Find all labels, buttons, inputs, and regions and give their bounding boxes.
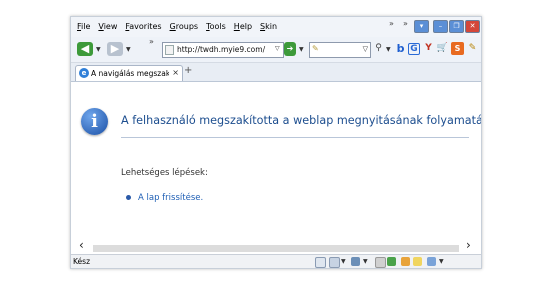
zoom-dropdown-icon[interactable]: ▼ xyxy=(439,258,444,265)
page-status-icon[interactable] xyxy=(315,257,326,268)
menu-groups[interactable]: Groups xyxy=(170,22,199,31)
tab-active[interactable]: e A navigálás megszakítv × xyxy=(75,65,183,81)
menu-tools[interactable]: Tools xyxy=(206,22,226,31)
forward-dropdown-icon[interactable]: ▼ xyxy=(126,46,131,53)
heading-divider xyxy=(121,137,469,138)
tab-bar: e A navigálás megszakítv × + xyxy=(71,63,481,82)
s-icon[interactable]: S xyxy=(451,42,464,55)
scrollbar-track[interactable] xyxy=(93,245,459,252)
baidu-icon[interactable]: b xyxy=(394,42,407,55)
search-engine-icon[interactable]: ✎ xyxy=(312,44,319,53)
highlight-icon[interactable] xyxy=(413,257,422,266)
menu-help[interactable]: Help xyxy=(234,22,252,31)
search-box[interactable]: ✎ ▽ xyxy=(309,42,371,58)
menu-skin[interactable]: Skin xyxy=(260,22,277,31)
back-dropdown-icon[interactable]: ▼ xyxy=(96,46,101,53)
tab-close-icon[interactable]: × xyxy=(172,68,179,77)
google-icon[interactable]: G xyxy=(408,43,420,55)
search-dropdown-icon[interactable]: ▽ xyxy=(363,45,368,53)
bullet-icon xyxy=(126,195,131,200)
window-options-button[interactable]: ▾ xyxy=(414,20,429,33)
menu-file[interactable]: File xyxy=(77,22,90,31)
restore-button[interactable]: ❐ xyxy=(449,20,464,33)
address-dropdown-icon[interactable]: ▽ xyxy=(275,45,280,52)
security-icon[interactable] xyxy=(387,257,396,266)
forward-arrow-icon[interactable]: ▶ xyxy=(107,42,123,56)
status-bar: Kész ▼ ▼ ▼ xyxy=(71,254,481,268)
status-dropdown-1-icon[interactable]: ▼ xyxy=(341,258,346,265)
navigation-toolbar: ◀ ▼ ▶ ▼ » http://twdh.myie9.com/ ▽ ➔ ▼ ✎… xyxy=(71,37,481,63)
ie-page-icon: e xyxy=(79,68,89,78)
screen-icon[interactable] xyxy=(351,257,360,266)
menu-overflow-chevron-icon[interactable]: » xyxy=(389,19,394,28)
browser-window: File View Favorites Groups Tools Help Sk… xyxy=(70,16,482,269)
status-dropdown-2-icon[interactable]: ▼ xyxy=(363,258,368,265)
back-arrow-icon[interactable]: ◀ xyxy=(77,42,93,56)
menu-items: File View Favorites Groups Tools Help Sk… xyxy=(77,22,277,31)
search-options-dropdown-icon[interactable]: ▼ xyxy=(386,46,391,53)
yahoo-icon[interactable]: Y xyxy=(422,42,435,55)
address-url[interactable]: http://twdh.myie9.com/ xyxy=(177,45,265,54)
page-heading: A felhasználó megszakította a weblap meg… xyxy=(121,114,482,127)
information-icon: i xyxy=(81,108,108,135)
menu-view[interactable]: View xyxy=(98,22,117,31)
address-bar[interactable]: http://twdh.myie9.com/ xyxy=(162,42,284,58)
scroll-left-arrow-icon[interactable]: ‹ xyxy=(79,238,84,252)
tab-title[interactable]: A navigálás megszakítv xyxy=(91,69,169,78)
menu-favorites[interactable]: Favorites xyxy=(125,22,161,31)
horizontal-scrollbar[interactable]: ‹ › xyxy=(71,238,481,254)
scroll-right-arrow-icon[interactable]: › xyxy=(466,238,471,252)
page-content: i A felhasználó megszakította a weblap m… xyxy=(71,82,481,240)
minimize-button[interactable]: – xyxy=(433,20,448,33)
new-tab-button[interactable]: + xyxy=(184,65,192,76)
edit-icon[interactable]: ✎ xyxy=(466,42,479,55)
toolbar-overflow-chevron-icon[interactable]: » xyxy=(403,19,408,28)
popup-blocker-icon[interactable] xyxy=(401,257,410,266)
close-button[interactable]: ✕ xyxy=(465,20,480,33)
zoom-icon[interactable] xyxy=(427,257,436,266)
menu-bar: File View Favorites Groups Tools Help Sk… xyxy=(71,17,481,37)
page-icon xyxy=(165,45,174,55)
go-dropdown-icon[interactable]: ▼ xyxy=(299,46,304,53)
steps-label: Lehetséges lépések: xyxy=(121,168,208,178)
printer-icon[interactable] xyxy=(375,257,386,268)
status-text: Kész xyxy=(73,257,91,266)
nav-overflow-chevron-icon[interactable]: » xyxy=(149,37,154,46)
search-magnifier-icon[interactable]: ⚲ xyxy=(372,42,385,55)
window-status-icon[interactable] xyxy=(329,257,340,268)
go-arrow-icon[interactable]: ➔ xyxy=(284,42,296,56)
shopping-cart-icon[interactable]: 🛒 xyxy=(436,42,449,55)
reload-page-link[interactable]: A lap frissítése. xyxy=(138,193,203,203)
